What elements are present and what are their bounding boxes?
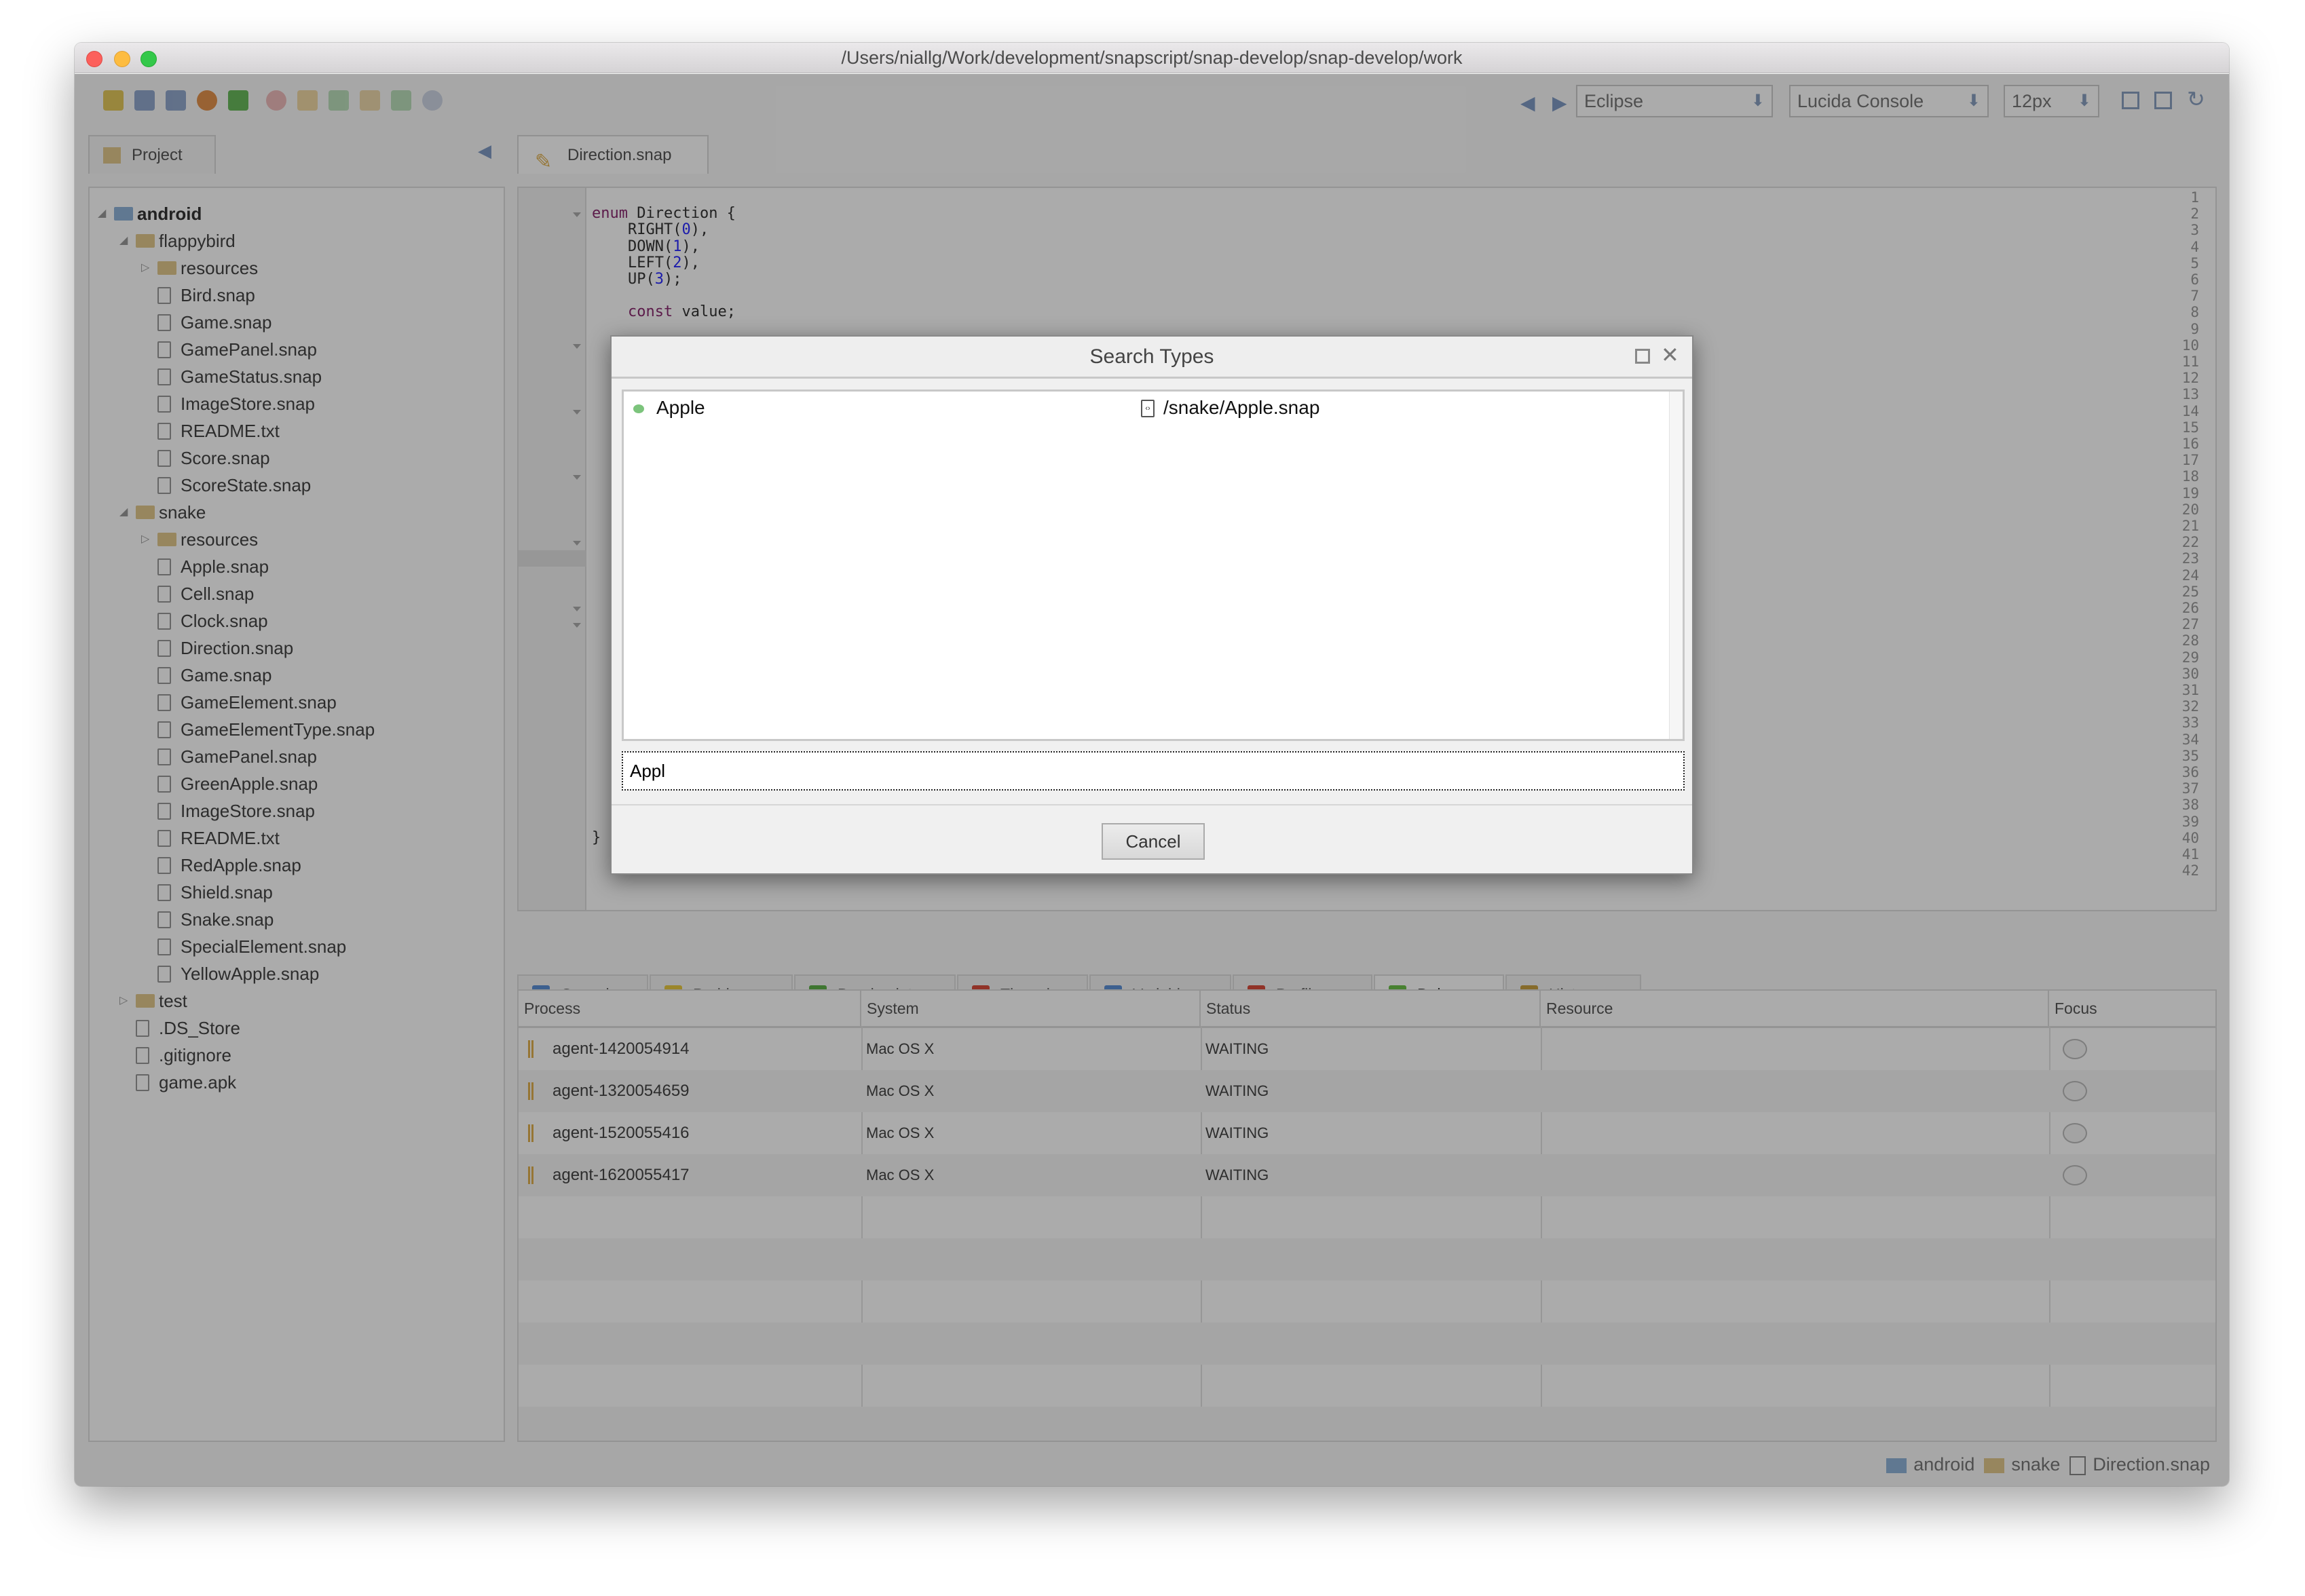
minimize-window-button[interactable] (114, 51, 130, 67)
results-list: Apple ‹› /snake/Apple.snap (622, 390, 1685, 741)
close-window-button[interactable] (86, 51, 102, 67)
search-input[interactable] (622, 751, 1685, 791)
result-path: /snake/Apple.snap (1163, 397, 1320, 418)
search-types-dialog: Search Types ✕ Apple ‹› /snake/Apple.sna… (610, 335, 1693, 875)
window-title: /Users/niallg/Work/development/snapscrip… (841, 48, 1463, 68)
maximize-window-button[interactable] (140, 51, 157, 67)
title-bar: /Users/niallg/Work/development/snapscrip… (75, 43, 2229, 73)
close-icon[interactable]: ✕ (1661, 342, 1679, 368)
maximize-icon[interactable] (1635, 349, 1650, 364)
scrollbar[interactable] (1669, 392, 1683, 739)
cancel-button[interactable]: Cancel (1102, 823, 1205, 860)
status-dot-icon (633, 404, 644, 413)
file-icon: ‹› (1141, 400, 1155, 417)
result-row[interactable]: Apple ‹› /snake/Apple.snap (624, 394, 1669, 424)
dialog-title: Search Types (612, 337, 1692, 379)
result-name: Apple (656, 397, 705, 418)
divider (612, 804, 1692, 805)
